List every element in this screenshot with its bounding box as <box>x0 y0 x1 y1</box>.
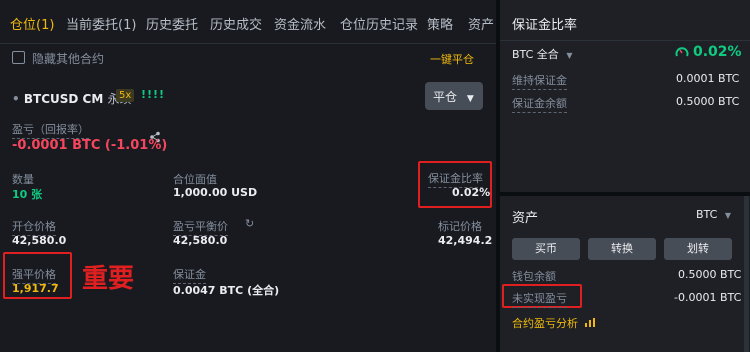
mark-price-value: 42,494.2 <box>438 234 493 247</box>
mark-price-label: 标记价格 <box>438 220 482 233</box>
pnl-analysis-label: 合约盈亏分析 <box>512 317 578 330</box>
header-divider <box>500 40 750 41</box>
breakeven-value: 42,580.0 <box>173 234 228 247</box>
leverage-badge[interactable]: 5x <box>116 89 135 102</box>
unrealized-pnl-value: -0.0001 BTC <box>674 291 742 304</box>
tab-positions[interactable]: 仓位(1) <box>10 14 54 33</box>
right-section-divider <box>500 192 750 196</box>
tab-strategy[interactable]: 策略 <box>427 14 453 33</box>
close-position-button[interactable]: 平仓 ▼ <box>425 82 483 110</box>
asset-select-label: BTC <box>696 208 718 221</box>
asset-mode-select[interactable]: BTC 全合 ▼ <box>512 46 572 62</box>
tab-position-history[interactable]: 仓位历史记录 <box>340 14 418 33</box>
asset-select[interactable]: BTC ▼ <box>696 208 731 221</box>
buy-crypto-button[interactable]: 买币 <box>512 238 580 260</box>
close-all-button[interactable]: 一键平仓 <box>430 51 474 67</box>
position-value: 1,000.00 USD <box>173 186 258 199</box>
unrealized-pnl-label: 未实现盈亏 <box>512 290 567 308</box>
quantity-value: 10 张 <box>12 188 43 201</box>
chevron-down-icon: ▼ <box>566 51 573 60</box>
maint-margin-label: 维持保证金 <box>512 72 567 90</box>
margin-balance-label: 保证金余额 <box>512 95 567 113</box>
wallet-balance-value: 0.5000 BTC <box>678 268 742 281</box>
margin-balance-value: 0.5000 BTC <box>676 95 740 108</box>
maint-margin-value: 0.0001 BTC <box>676 72 740 85</box>
transfer-button[interactable]: 划转 <box>664 238 732 260</box>
entry-price-value: 42,580.0 <box>12 234 67 247</box>
close-position-label: 平仓 <box>433 90 458 104</box>
quantity-label: 数量 <box>12 173 34 186</box>
bar-chart-icon <box>584 318 595 327</box>
chevron-down-icon: ▼ <box>466 94 474 104</box>
asset-mode-label: BTC 全合 <box>512 48 559 61</box>
margin-ratio-title: 保证金比率 <box>512 18 578 33</box>
symbol-title: • BTCUSD CM 永续 <box>12 90 131 107</box>
annotation-important-text: 重要 <box>82 264 135 294</box>
position-value-label: 合位面值 <box>173 173 217 186</box>
assets-title: 资产 <box>512 211 539 226</box>
pnl-label: 盈亏（回报率） <box>12 121 89 139</box>
pnl-value: -0.0001 BTC (-1.01%) <box>12 138 168 153</box>
tab-open-orders[interactable]: 当前委托(1) <box>66 14 136 33</box>
scrollbar[interactable] <box>744 196 749 352</box>
tab-trade-history[interactable]: 历史成交 <box>210 14 262 33</box>
liq-price-value: 1,917.7 <box>12 282 59 295</box>
margin-ratio-value: 0.02% <box>452 186 491 199</box>
tab-assets[interactable]: 资产 <box>468 14 494 33</box>
hide-other-label: 隐藏其他合约 <box>32 52 105 66</box>
margin-value: 0.0047 BTC (全合) <box>173 284 280 297</box>
hide-other-checkbox[interactable] <box>12 51 25 64</box>
chevron-down-icon: ▼ <box>724 211 731 220</box>
account-margin-ratio: 0.02% <box>693 44 742 60</box>
pnl-analysis-link[interactable]: 合约盈亏分析 <box>512 315 595 331</box>
tab-transaction-history[interactable]: 资金流水 <box>274 14 326 33</box>
tab-bar: 仓位(1) 当前委托(1) 历史委托 历史成交 资金流水 仓位历史记录 策略 资… <box>0 0 496 44</box>
wallet-balance-label: 钱包余额 <box>512 270 556 283</box>
refresh-icon[interactable]: ↻ <box>245 217 254 230</box>
signal-icon: !!!! <box>141 88 166 101</box>
symbol-name: BTCUSD CM <box>23 92 104 106</box>
tab-order-history[interactable]: 历史委托 <box>146 14 198 33</box>
convert-button[interactable]: 转换 <box>588 238 656 260</box>
gauge-icon <box>675 47 689 57</box>
